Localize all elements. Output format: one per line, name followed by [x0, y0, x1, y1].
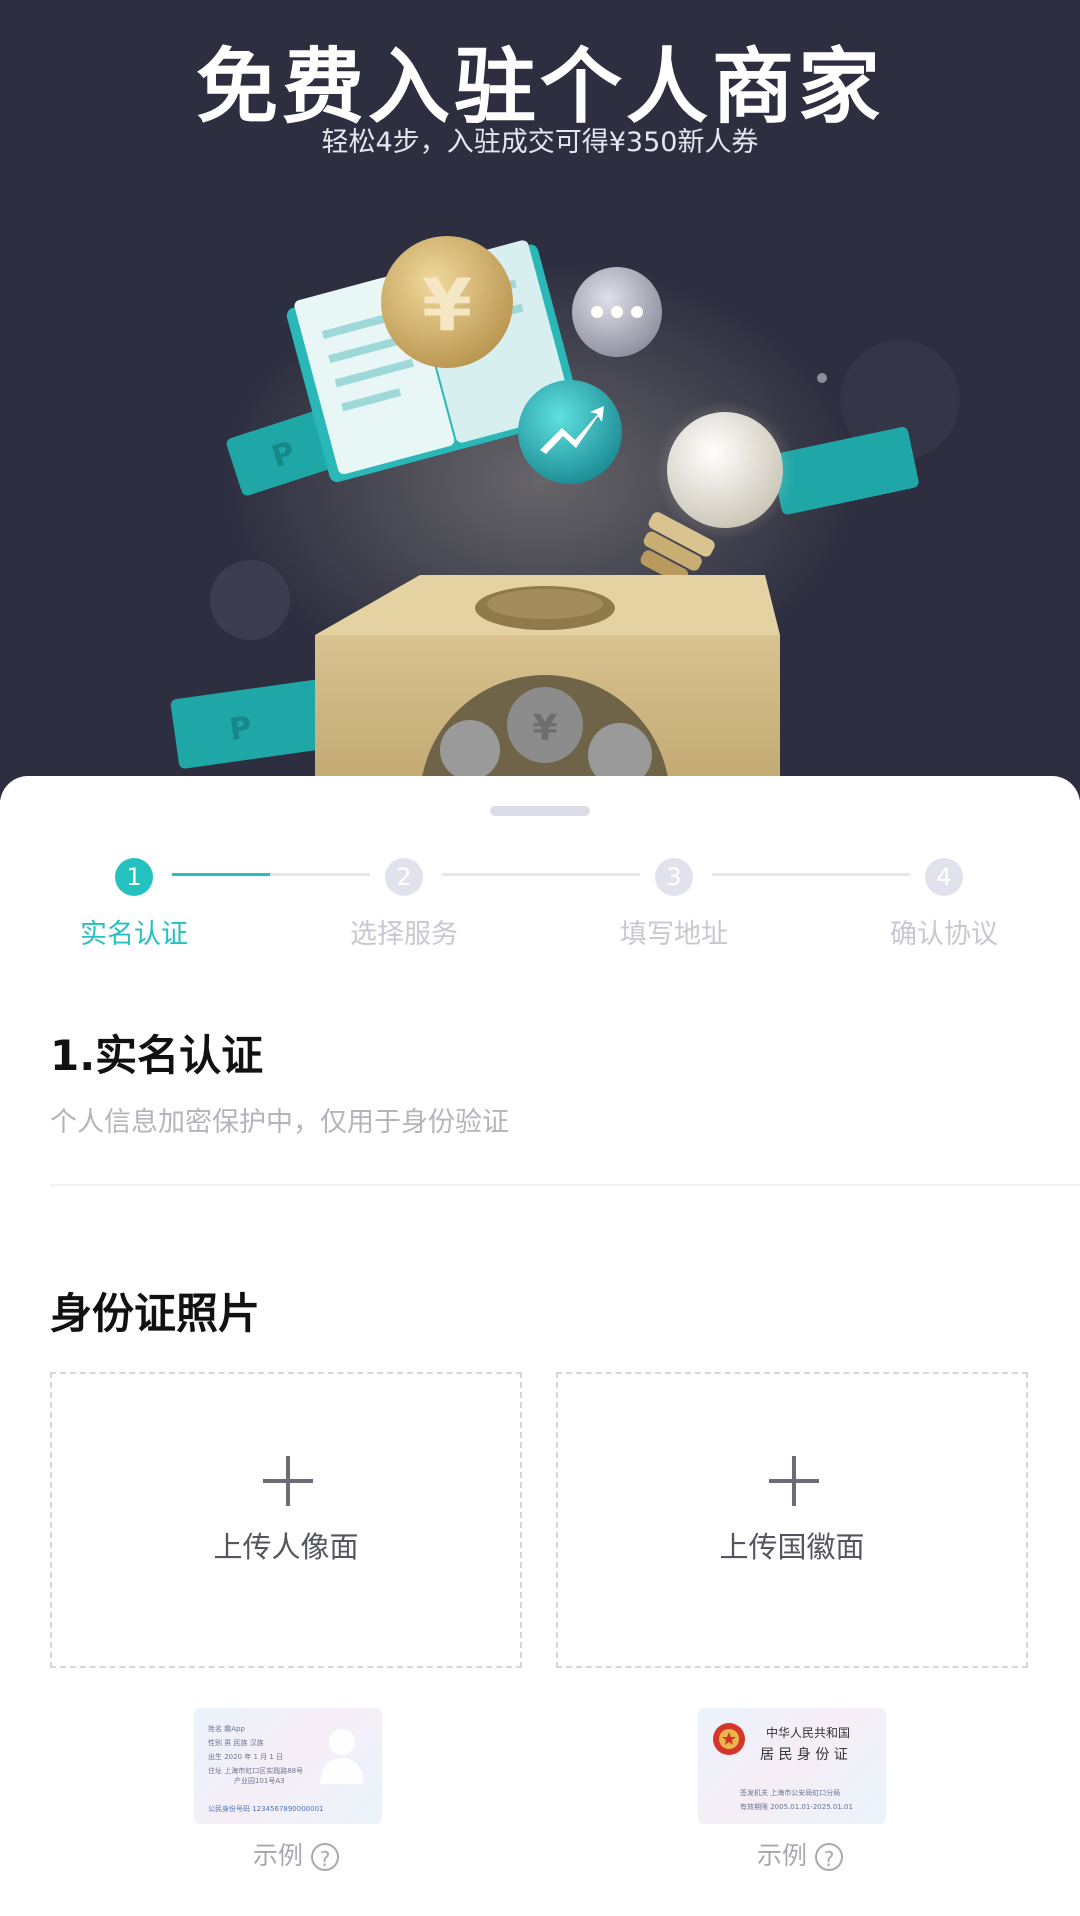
- sample-authority-line: 签发机关 上海市公安局虹口分局: [740, 1789, 841, 1797]
- sample-back-caption[interactable]: 示例?: [757, 1836, 844, 1872]
- form-sheet: 1 2 3 4 实名认证 选择服务 填写地址 确认协议: [0, 776, 1080, 1916]
- sample-address-line: 住址 上海市虹口区实践路88号: [208, 1767, 304, 1775]
- plus-icon: [263, 1456, 313, 1506]
- drag-handle[interactable]: [490, 806, 590, 816]
- step-1-indicator[interactable]: 1: [115, 858, 153, 896]
- svg-text:¥: ¥: [532, 708, 557, 749]
- sample-front-caption[interactable]: 示例?: [253, 1836, 340, 1872]
- divider: [50, 1184, 1080, 1186]
- sample-name-line: 姓名 趣App: [208, 1725, 245, 1733]
- plus-icon: [769, 1456, 819, 1506]
- step-connector-1: [270, 873, 370, 876]
- hero-banner: 免费入驻个人商家 轻松4步，入驻成交可得¥350新人券 P P ¥ ¥: [0, 0, 1080, 800]
- upload-back-button[interactable]: 上传国徽面: [556, 1372, 1028, 1668]
- help-icon[interactable]: ?: [815, 1843, 844, 1871]
- sample-country-text: 中华人民共和国: [766, 1726, 851, 1740]
- sample-address-line-2: 产业园101号A3: [234, 1777, 285, 1785]
- sample-id-front-image[interactable]: 姓名 趣App 性别 男 民族 汉族 出生 2020 年 1 月 1 日 住址 …: [194, 1708, 382, 1824]
- sample-validity-line: 有效期限 2005.01.01-2025.01.01: [740, 1803, 853, 1811]
- upload-back-label: 上传国徽面: [719, 1530, 865, 1564]
- sample-gender-line: 性别 男 民族 汉族: [208, 1739, 264, 1747]
- sample-id-number: 公民身份号码 1234567890000001: [208, 1805, 324, 1813]
- step-connector-3: [712, 873, 910, 876]
- step-3-label[interactable]: 填写地址: [594, 912, 754, 951]
- id-photos-title: 身份证照片: [50, 1289, 261, 1338]
- portrait-silhouette-icon: [320, 1729, 364, 1784]
- step-1-label[interactable]: 实名认证: [54, 912, 214, 951]
- hero-illustration: P P ¥ ¥: [170, 236, 960, 800]
- step-connector-2: [442, 873, 640, 876]
- step-2-indicator[interactable]: 2: [385, 858, 423, 896]
- upload-front-button[interactable]: 上传人像面: [50, 1372, 522, 1668]
- hero-subtitle: 轻松4步，入驻成交可得¥350新人券: [321, 127, 759, 158]
- section-subtitle: 个人信息加密保护中，仅用于身份验证: [50, 1107, 509, 1138]
- national-emblem-icon: [713, 1723, 745, 1755]
- step-4-label[interactable]: 确认协议: [864, 912, 1024, 951]
- step-3-indicator[interactable]: 3: [655, 858, 693, 896]
- example-label: 示例: [253, 1841, 304, 1870]
- svg-text:¥: ¥: [422, 263, 472, 347]
- sample-birth-line: 出生 2020 年 1 月 1 日: [208, 1753, 284, 1761]
- step-4-indicator[interactable]: 4: [925, 858, 963, 896]
- sample-id-back-image[interactable]: 中华人民共和国 居 民 身 份 证 签发机关 上海市公安局虹口分局 有效期限 2…: [698, 1708, 886, 1824]
- step-2-label[interactable]: 选择服务: [324, 912, 484, 951]
- sample-card-name-text: 居 民 身 份 证: [760, 1747, 848, 1763]
- help-icon[interactable]: ?: [311, 1843, 340, 1871]
- upload-front-label: 上传人像面: [213, 1530, 359, 1564]
- step-connector-1-active: [172, 873, 270, 876]
- section-title: 1.实名认证: [50, 1031, 264, 1080]
- example-label: 示例: [757, 1841, 808, 1870]
